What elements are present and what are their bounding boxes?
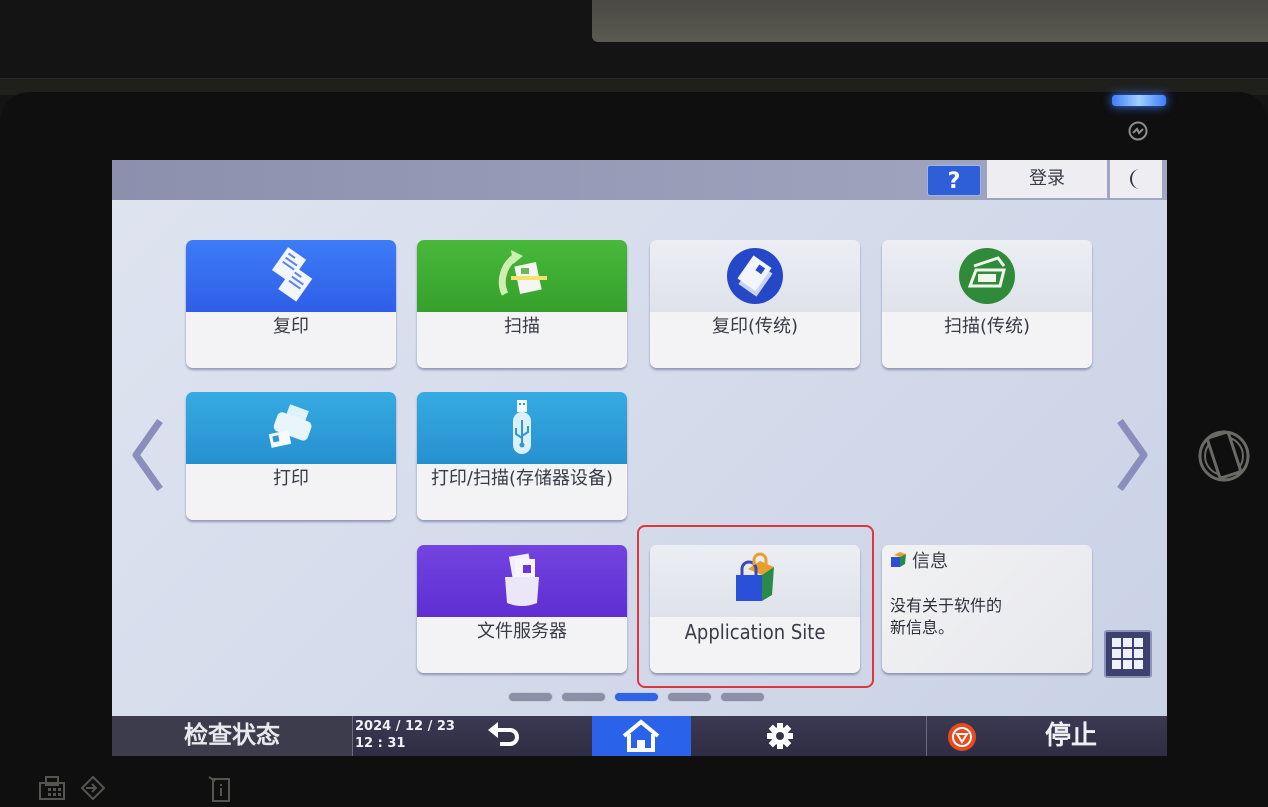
highlight-box xyxy=(637,525,874,688)
info-message-line: 没有关于软件的 xyxy=(890,596,1003,615)
top-bar: ? 登录 xyxy=(112,160,1167,200)
stop-label: 停止 xyxy=(1045,721,1098,751)
tile-header xyxy=(186,240,396,312)
data-in-icon xyxy=(80,775,106,801)
back-arrow-icon xyxy=(488,722,519,746)
app-tile-memory-storage[interactable]: 打印/扫描(存储器设备) xyxy=(417,392,627,520)
info-title: 信息 xyxy=(912,551,948,572)
divider xyxy=(352,716,353,756)
printer-paper-tray xyxy=(592,0,1268,42)
date: 2024 / 12 / 23 xyxy=(355,719,455,734)
scan-icon xyxy=(498,250,547,296)
tile-label: 扫描 xyxy=(417,312,627,368)
touch-screen: ? 登录 复印 扫描 复印(传统) 扫描(传统) 打印 打印/扫描(存储器设备)… xyxy=(112,160,1167,756)
tile-header xyxy=(186,392,396,464)
settings-button[interactable] xyxy=(760,716,800,756)
bottom-bar: 检查状态 2024 / 12 / 23 12 : 31 停止 xyxy=(112,716,1167,756)
tile-label: 扫描(传统) xyxy=(882,312,1092,368)
app-tile-scan[interactable]: 扫描 xyxy=(417,240,627,368)
grid-icon xyxy=(1112,638,1143,669)
tile-header xyxy=(417,240,627,312)
help-button[interactable]: ? xyxy=(927,165,981,196)
copy-icon xyxy=(271,247,313,302)
info-widget[interactable]: 信息 没有关于软件的 新信息。 xyxy=(882,545,1092,673)
tile-header xyxy=(882,240,1092,312)
home-button[interactable] xyxy=(592,716,691,756)
app-tile-copy[interactable]: 复印 xyxy=(186,240,396,368)
app-tile-print[interactable]: 打印 xyxy=(186,392,396,520)
page-dot-1[interactable] xyxy=(509,693,552,701)
usb-icon xyxy=(513,400,531,454)
classic-copy-icon xyxy=(727,248,783,304)
moon-icon xyxy=(1130,169,1140,189)
app-tile-document-server[interactable]: 文件服务器 xyxy=(417,545,627,673)
page-indicator xyxy=(509,693,764,703)
energy-saver-button[interactable] xyxy=(1110,160,1162,198)
app-tile-classic-copy[interactable]: 复印(传统) xyxy=(650,240,860,368)
stop-button[interactable]: 停止 xyxy=(927,716,1167,756)
fax-icon xyxy=(39,776,65,800)
energy-saver-icon[interactable] xyxy=(1127,120,1149,142)
tile-header xyxy=(650,240,860,312)
tile-label: 复印 xyxy=(186,312,396,368)
tile-label: 复印(传统) xyxy=(650,312,860,368)
document-server-icon xyxy=(505,553,539,606)
tile-header xyxy=(417,392,627,464)
info-message-line: 新信息。 xyxy=(890,618,955,637)
page-dot-2[interactable] xyxy=(562,693,605,701)
nfc-phone-icon xyxy=(1198,430,1250,482)
page-dot-4[interactable] xyxy=(668,693,711,701)
tile-label: 打印 xyxy=(186,464,396,520)
login-button[interactable]: 登录 xyxy=(987,160,1107,198)
page-dot-5[interactable] xyxy=(721,693,764,701)
tile-label: 文件服务器 xyxy=(417,617,627,673)
classic-scan-icon xyxy=(959,248,1015,304)
shopping-bag-icon xyxy=(891,552,906,567)
page-dot-3-current[interactable] xyxy=(615,693,658,701)
home-icon xyxy=(622,719,660,752)
gear-icon xyxy=(767,723,793,749)
information-icon xyxy=(208,776,230,802)
status-led xyxy=(1112,95,1166,106)
tile-header xyxy=(417,545,627,617)
stop-icon xyxy=(948,723,976,751)
date-time: 2024 / 12 / 23 12 : 31 xyxy=(355,718,455,752)
back-button[interactable] xyxy=(482,716,527,756)
check-status-button[interactable]: 检查状态 xyxy=(112,716,352,756)
next-page-arrow[interactable] xyxy=(1112,415,1152,495)
time: 12 : 31 xyxy=(355,736,406,751)
tile-label: 打印/扫描(存储器设备) xyxy=(417,464,627,520)
app-list-button[interactable] xyxy=(1104,630,1152,678)
printer-icon xyxy=(268,404,312,448)
info-message: 没有关于软件的 新信息。 xyxy=(890,595,1080,639)
previous-page-arrow[interactable] xyxy=(128,415,168,495)
app-tile-classic-scan[interactable]: 扫描(传统) xyxy=(882,240,1092,368)
